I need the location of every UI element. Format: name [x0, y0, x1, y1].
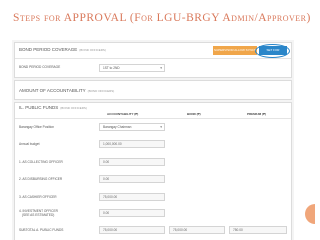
public-funds-title: IL. PUBLIC FUNDS — [19, 105, 59, 110]
collecting-officer-field[interactable]: 0.00 — [99, 158, 165, 166]
amount-title: AMOUNT OF ACCOUNTABILITY — [19, 88, 86, 93]
col-premium: PREMIUM (₱) — [247, 112, 266, 116]
disbursing-officer-field[interactable]: 0.00 — [99, 175, 165, 183]
bond-period-header: BOND PERIOD COVERAGE (BOND OFFICERS) — [19, 47, 106, 52]
highlight-circle — [255, 44, 290, 58]
bond-period-panel: BOND PERIOD COVERAGE (BOND OFFICERS) SUPE… — [14, 42, 292, 78]
bond-period-title: BOND PERIOD COVERAGE — [19, 47, 78, 52]
row-label: SUBTOTAL A. PUBLIC FUNDS — [19, 228, 64, 232]
period-select[interactable]: 1ST to 2ND ▾ — [99, 64, 165, 72]
row-label: Barangay Office Position — [19, 125, 55, 129]
row-label: Annual budget — [19, 142, 40, 146]
period-label: BOND PERIOD COVERAGE — [19, 65, 61, 69]
divider — [15, 58, 291, 59]
position-select[interactable]: Barangay Chairman ▾ — [99, 123, 165, 131]
amount-header: AMOUNT OF ACCOUNTABILITY (BOND OFFICERS) — [19, 88, 114, 93]
supervisor-button[interactable]: SUPERVISOR ALLOW SYNCS — [213, 46, 257, 55]
divider — [15, 118, 291, 119]
slide-title: Steps for APPROVAL (For LGU-BRGY Admin/A… — [13, 12, 311, 24]
subtotal-bond-field: 75,000.00 — [169, 226, 225, 234]
annual-budget-field[interactable]: 1,000,000.00 — [99, 140, 165, 148]
cashier-officer-field[interactable]: 75,000.00 — [99, 193, 165, 201]
row-label: 1. AS COLLECTING OFFICER — [19, 160, 63, 164]
chevron-down-icon: ▾ — [160, 125, 162, 129]
subtotal-premium-field: 750.00 — [229, 226, 287, 234]
subtotal-accountability-field: 75,000.00 — [99, 226, 165, 234]
col-bond: BOND (₱) — [187, 112, 201, 116]
bond-period-note: (BOND OFFICERS) — [79, 48, 106, 52]
col-accountability: ACCOUNTABILITY (₱) — [107, 112, 139, 116]
amount-note: (BOND OFFICERS) — [87, 89, 115, 93]
row-label-note: (SEE AS ESTIMATED) — [22, 213, 55, 217]
public-funds-panel: IL. PUBLIC FUNDS (BOND OFFICERS) ACCOUNTA… — [14, 102, 292, 240]
investment-officer-field[interactable]: 0.00 — [99, 209, 165, 217]
row-label: 3. AS CASHIER OFFICER — [19, 195, 57, 199]
chevron-down-icon: ▾ — [160, 66, 162, 70]
public-funds-note: (BOND OFFICERS) — [60, 106, 87, 110]
period-select-value: 1ST to 2ND — [103, 66, 120, 70]
public-funds-header: IL. PUBLIC FUNDS (BOND OFFICERS) — [19, 105, 87, 110]
amount-panel: AMOUNT OF ACCOUNTABILITY (BOND OFFICERS) — [14, 80, 292, 100]
row-label: 2. AS DISBURSING OFFICER — [19, 177, 63, 181]
slide-decoration — [305, 204, 315, 224]
position-select-value: Barangay Chairman — [103, 125, 132, 129]
app-screenshot: BOND PERIOD COVERAGE (BOND OFFICERS) SUPE… — [12, 40, 294, 240]
